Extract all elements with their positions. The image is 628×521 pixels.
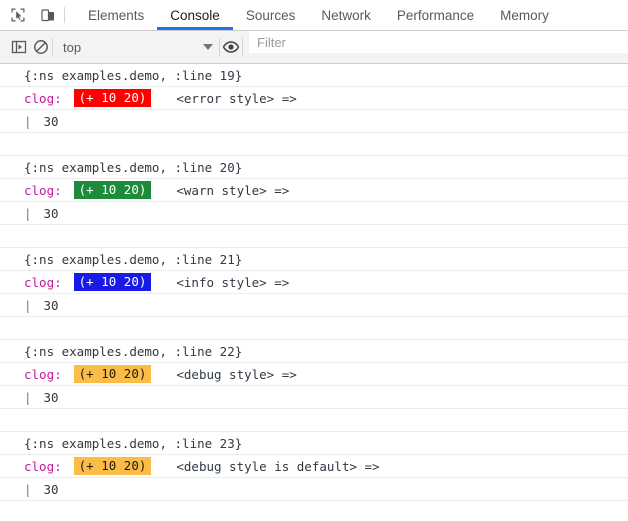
- execution-context-select[interactable]: top: [57, 36, 219, 58]
- console-ns-text: {:ns examples.demo, :line 22}: [24, 343, 243, 359]
- console-value-row: | 30: [0, 294, 628, 317]
- console-value-row: | 30: [0, 386, 628, 409]
- console-style-badge: (+ 10 20): [73, 273, 152, 291]
- tab-network[interactable]: Network: [308, 0, 384, 30]
- chevron-down-icon: [203, 44, 213, 50]
- console-value-bar: |: [24, 113, 32, 129]
- console-message-row[interactable]: clog: (+ 10 20) <debug style is default> =…: [0, 455, 628, 478]
- console-message-row[interactable]: clog: (+ 10 20) <info style> =>: [0, 271, 628, 294]
- console-value-bar: |: [24, 389, 32, 405]
- console-ns-text: {:ns examples.demo, :line 20}: [24, 159, 243, 175]
- console-value-row: | 30: [0, 478, 628, 501]
- execution-context-value: top: [63, 39, 82, 55]
- console-clog-label: clog:: [24, 182, 62, 198]
- console-group-spacer: [0, 409, 628, 432]
- tab-elements-label: Elements: [88, 7, 145, 23]
- console-value-row: | 30: [0, 110, 628, 133]
- console-value-text: 30: [43, 205, 59, 221]
- tab-console-label: Console: [170, 7, 220, 23]
- console-clog-label: clog:: [24, 90, 62, 106]
- device-toolbar-icon[interactable]: [38, 5, 58, 25]
- filterbar-divider-1: [52, 38, 53, 56]
- console-style-badge: (+ 10 20): [73, 457, 152, 475]
- console-value-bar: |: [24, 297, 32, 313]
- tab-network-label: Network: [321, 7, 371, 23]
- live-expression-eye-icon[interactable]: [220, 36, 242, 58]
- console-clog-label: clog:: [24, 366, 62, 382]
- console-style-badge: (+ 10 20): [73, 89, 152, 107]
- console-message-text: <error style> =>: [176, 90, 297, 106]
- tabbar-tool-icons: [0, 0, 64, 30]
- console-ns-row: {:ns examples.demo, :line 19}: [0, 64, 628, 87]
- console-message-row[interactable]: clog: (+ 10 20) <debug style> =>: [0, 363, 628, 386]
- tab-memory-label: Memory: [500, 7, 549, 23]
- tab-sources[interactable]: Sources: [233, 0, 309, 30]
- console-clog-label: clog:: [24, 274, 62, 290]
- console-value-text: 30: [43, 297, 59, 313]
- tab-memory[interactable]: Memory: [487, 0, 562, 30]
- filterbar-divider-3: [242, 38, 243, 56]
- console-style-badge: (+ 10 20): [73, 181, 152, 199]
- console-clog-label: clog:: [24, 458, 62, 474]
- console-message-text: <debug style> =>: [176, 366, 297, 382]
- filter-input[interactable]: [249, 31, 628, 53]
- console-group-spacer: [0, 317, 628, 340]
- tab-performance-label: Performance: [396, 7, 475, 23]
- tab-performance[interactable]: Performance: [384, 0, 487, 30]
- console-group-spacer: [0, 133, 628, 156]
- console-ns-row: {:ns examples.demo, :line 21}: [0, 248, 628, 271]
- devtools-tabbar: Elements Console Sources Network Perform…: [0, 0, 628, 31]
- console-value-bar: |: [24, 481, 32, 497]
- console-ns-text: {:ns examples.demo, :line 23}: [24, 435, 243, 451]
- console-ns-row: {:ns examples.demo, :line 20}: [0, 156, 628, 179]
- console-message-row[interactable]: clog: (+ 10 20) <error style> =>: [0, 87, 628, 110]
- console-value-text: 30: [43, 113, 59, 129]
- console-sidebar-icon[interactable]: [8, 36, 30, 58]
- console-value-text: 30: [43, 389, 59, 405]
- console-ns-text: {:ns examples.demo, :line 19}: [24, 67, 243, 83]
- console-ns-text: {:ns examples.demo, :line 21}: [24, 251, 243, 267]
- console-ns-row: {:ns examples.demo, :line 23}: [0, 432, 628, 455]
- console-style-badge: (+ 10 20): [73, 365, 152, 383]
- console-message-row[interactable]: clog: (+ 10 20) <warn style> =>: [0, 179, 628, 202]
- clear-console-icon[interactable]: [30, 36, 52, 58]
- console-value-row: | 30: [0, 202, 628, 225]
- console-ns-row: {:ns examples.demo, :line 22}: [0, 340, 628, 363]
- console-output: {:ns examples.demo, :line 19} clog: (+ 10 …: [0, 64, 628, 501]
- console-group-spacer: [0, 225, 628, 248]
- panel-tabs: Elements Console Sources Network Perform…: [75, 0, 562, 30]
- inspect-cursor-icon[interactable]: [8, 5, 28, 25]
- tab-sources-label: Sources: [245, 7, 296, 23]
- tab-elements[interactable]: Elements: [75, 0, 157, 30]
- console-value-bar: |: [24, 205, 32, 221]
- console-message-text: <warn style> =>: [176, 182, 290, 198]
- console-value-text: 30: [43, 481, 59, 497]
- console-message-text: <info style> =>: [176, 274, 290, 290]
- tab-console[interactable]: Console: [157, 0, 233, 30]
- tabbar-divider: [64, 7, 65, 23]
- console-filter-toolbar: top: [0, 31, 628, 64]
- console-message-text: <debug style is default> =>: [176, 458, 380, 474]
